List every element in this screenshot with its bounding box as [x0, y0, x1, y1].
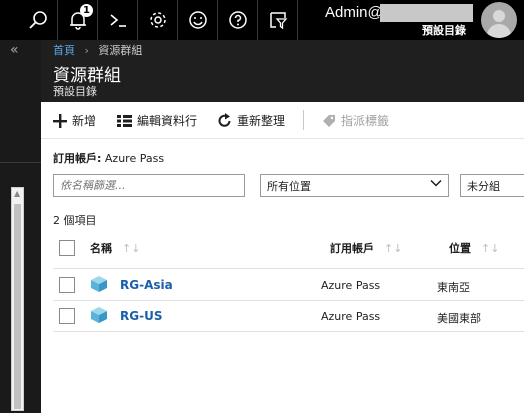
- tag-icon: [323, 114, 335, 127]
- user-directory: 預設目錄: [422, 24, 466, 37]
- scrollbar-thumb[interactable]: [14, 204, 21, 409]
- edit-columns-label: 編輯資料行: [137, 114, 198, 128]
- search-button[interactable]: [18, 0, 58, 40]
- feedback-button[interactable]: [178, 0, 218, 40]
- row-checkbox[interactable]: [59, 308, 75, 324]
- select-all-checkbox[interactable]: [59, 240, 75, 256]
- notification-badge: 1: [80, 4, 93, 17]
- row-location: 美國東部: [437, 312, 481, 325]
- column-header-location-label: 位置: [449, 242, 471, 255]
- assign-tags-label: 指派標籤: [341, 114, 390, 128]
- column-header-subscription[interactable]: 訂用帳戶 ↑↓: [330, 240, 402, 256]
- edit-columns-button[interactable]: 編輯資料行: [117, 112, 197, 129]
- breadcrumb-separator-icon: ›: [84, 44, 89, 57]
- top-bar: 1 Admin@ 預設目錄: [0, 0, 524, 40]
- subscription-filter[interactable]: 訂用帳戶: Azure Pass: [53, 150, 164, 166]
- refresh-icon: [218, 113, 231, 127]
- column-header-name-label: 名稱: [90, 242, 112, 255]
- breadcrumb-current: 資源群組: [98, 44, 143, 57]
- column-header-subscription-label: 訂用帳戶: [330, 242, 374, 255]
- item-count: 2 個項目: [53, 214, 97, 227]
- gear-icon: [149, 12, 166, 28]
- add-button[interactable]: 新增: [53, 112, 96, 129]
- row-location: 東南亞: [437, 281, 470, 294]
- sidebar-scrollbar[interactable]: ▲: [11, 187, 24, 411]
- sidebar-divider: [0, 162, 41, 163]
- command-bar: 新增 編輯資料行 重新整理 指派標籤: [41, 102, 524, 139]
- sort-icon: ↑↓: [122, 242, 141, 255]
- search-icon: [28, 11, 47, 29]
- grouping-select-value: 未分組: [467, 180, 500, 193]
- redacted-user-domain: [380, 4, 473, 22]
- blade-header: 首頁 › 資源群組 資源群組 預設目錄: [41, 40, 524, 102]
- cloud-shell-button[interactable]: [98, 0, 138, 40]
- header-divider: [53, 268, 524, 269]
- avatar[interactable]: [481, 2, 517, 38]
- row-subscription: Azure Pass: [321, 310, 381, 323]
- refresh-label: 重新整理: [237, 114, 286, 128]
- cloud-shell-icon: [109, 14, 126, 27]
- refresh-button[interactable]: 重新整理: [217, 112, 285, 129]
- sort-icon: ↑↓: [384, 242, 403, 255]
- command-separator: [303, 110, 304, 130]
- name-filter-input[interactable]: [53, 174, 245, 197]
- resource-group-name[interactable]: RG-Asia: [120, 278, 173, 292]
- row-divider: [53, 300, 524, 301]
- columns-icon: [117, 114, 132, 127]
- plus-icon: [53, 113, 67, 128]
- directory-filter-icon: [269, 12, 287, 30]
- notifications-button[interactable]: 1: [58, 0, 98, 40]
- directory-filter-button[interactable]: [258, 0, 298, 40]
- scroll-up-icon[interactable]: ▲: [14, 189, 20, 198]
- cube-icon: [91, 276, 107, 292]
- column-header-location[interactable]: 位置 ↑↓: [449, 240, 499, 256]
- help-button[interactable]: [218, 0, 258, 40]
- column-header-name[interactable]: 名稱 ↑↓: [90, 240, 140, 256]
- add-button-label: 新增: [72, 114, 97, 128]
- row-divider: [53, 331, 524, 332]
- help-icon: [228, 11, 247, 29]
- sort-icon: ↑↓: [481, 242, 500, 255]
- smiley-icon: [188, 11, 207, 29]
- resource-group-name[interactable]: RG-US: [120, 309, 162, 323]
- user-name: Admin@: [325, 4, 383, 21]
- chevron-down-icon: [430, 179, 442, 187]
- assign-tags-button[interactable]: 指派標籤: [322, 112, 389, 129]
- collapse-sidebar-icon[interactable]: «: [10, 42, 19, 58]
- cube-icon: [91, 307, 107, 323]
- page-subtitle: 預設目錄: [53, 85, 97, 98]
- subscription-label: 訂用帳戶:: [53, 152, 102, 165]
- left-sidebar: « ▲: [0, 40, 41, 413]
- row-subscription: Azure Pass: [321, 279, 381, 292]
- grouping-select[interactable]: 未分組: [460, 174, 524, 197]
- breadcrumb-home[interactable]: 首頁: [53, 44, 75, 57]
- settings-button[interactable]: [138, 0, 178, 40]
- row-checkbox[interactable]: [59, 277, 75, 293]
- location-select[interactable]: 所有位置: [260, 174, 449, 197]
- location-select-value: 所有位置: [267, 180, 311, 193]
- breadcrumb: 首頁 › 資源群組: [53, 42, 142, 58]
- subscription-value: Azure Pass: [104, 152, 165, 165]
